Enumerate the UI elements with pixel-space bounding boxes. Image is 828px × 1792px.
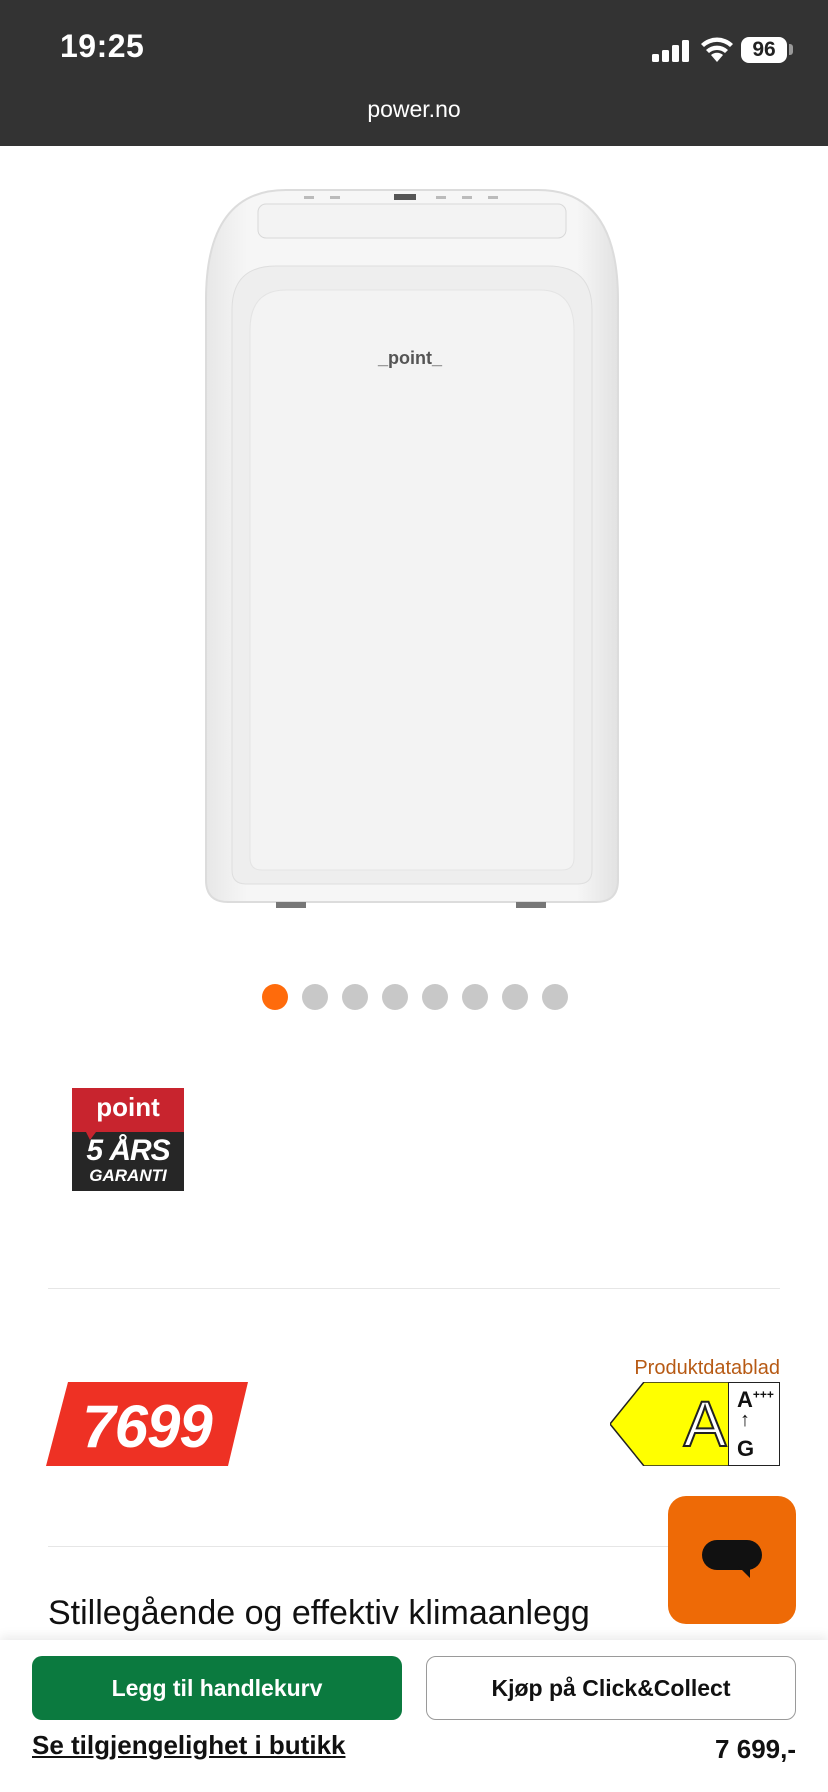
energy-scale-arrow: ↑ [740, 1409, 750, 1431]
warranty-brand: point [96, 1092, 160, 1122]
bottom-action-bar: Legg til handlekurv Kjøp på Click&Collec… [0, 1640, 828, 1792]
warranty-badge: point 5 ÅRS GARANTI [72, 1088, 184, 1191]
product-image[interactable]: _point_ [196, 180, 628, 910]
energy-scale-bottom: G [737, 1436, 755, 1461]
wifi-icon [701, 37, 733, 62]
store-availability-link[interactable]: Se tilgjengelighet i butikk [32, 1730, 346, 1761]
product-brand-logo: _point_ [377, 348, 443, 368]
battery-icon: 96 [741, 37, 787, 63]
gallery-pagination [262, 984, 568, 1010]
price-badge: 7699 [46, 1382, 248, 1466]
warranty-label: GARANTI [89, 1166, 167, 1185]
url-bar[interactable]: power.no [0, 96, 828, 123]
battery-tip [789, 44, 793, 55]
energy-scale-top-sup: +++ [752, 1387, 774, 1402]
gallery-dot[interactable] [422, 984, 448, 1010]
energy-label[interactable]: A A+++ ↑ G [610, 1382, 780, 1466]
chat-button[interactable] [668, 1496, 796, 1624]
product-datasheet-link[interactable]: Produktdatablad [540, 1357, 780, 1380]
gallery-dot[interactable] [542, 984, 568, 1010]
add-to-cart-button[interactable]: Legg til handlekurv [32, 1656, 402, 1720]
gallery-dot[interactable] [462, 984, 488, 1010]
chat-icon [702, 1540, 762, 1578]
divider-top [48, 1288, 780, 1289]
gallery-dot[interactable] [382, 984, 408, 1010]
status-bar: 19:25 96 power.no [0, 0, 828, 146]
gallery-dot[interactable] [502, 984, 528, 1010]
click-collect-button[interactable]: Kjøp på Click&Collect [426, 1656, 796, 1720]
gallery-dot[interactable] [302, 984, 328, 1010]
signal-icon [652, 40, 689, 62]
bottom-price: 7 699,- [715, 1734, 796, 1764]
energy-scale: A+++ ↑ G [728, 1382, 780, 1466]
price-value: 7699 [82, 1393, 212, 1460]
gallery-dot[interactable] [342, 984, 368, 1010]
clock: 19:25 [60, 28, 145, 64]
warranty-years: 5 ÅRS [86, 1134, 170, 1167]
product-title: Stillegående og effektiv klimaanlegg [48, 1594, 590, 1632]
gallery-dot[interactable] [262, 984, 288, 1010]
